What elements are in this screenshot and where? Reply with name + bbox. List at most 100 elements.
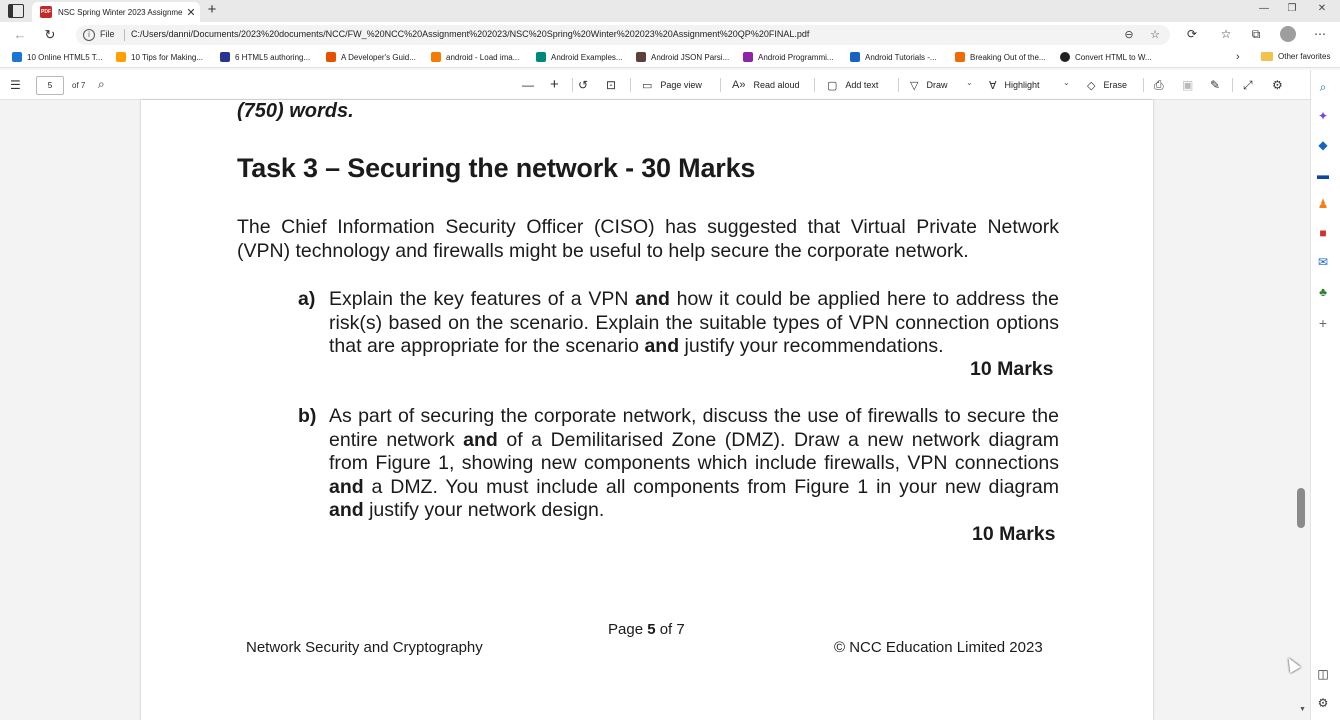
save-icon[interactable]: ▣: [1182, 76, 1193, 94]
scrollbar-thumb[interactable]: [1297, 488, 1305, 528]
erase-button[interactable]: ◇ Erase: [1087, 78, 1127, 92]
search-icon[interactable]: ⌕: [98, 77, 105, 92]
bookmark-item[interactable]: Android Examples...: [536, 52, 623, 62]
bookmark-item[interactable]: Android Programmi...: [743, 52, 834, 62]
games-icon[interactable]: ♟: [1316, 197, 1330, 211]
refresh-icon[interactable]: ↻: [42, 27, 58, 43]
sidebar-search-icon[interactable]: ⌕: [1316, 80, 1330, 94]
collections-icon[interactable]: ⧉: [1248, 27, 1264, 42]
bookmark-favicon-icon: [1060, 52, 1070, 62]
bookmark-favicon-icon: [536, 52, 546, 62]
pdf-toolbar: ☰ 5 of 7 ⌕ — + ↺ ⊡ ▭ Page view A» Read alo…: [0, 70, 1310, 100]
favorites-icon[interactable]: ☆: [1218, 27, 1234, 41]
copilot-icon[interactable]: ✦: [1316, 109, 1330, 123]
page-total: of 7: [72, 81, 86, 90]
question-b-marks: 10 Marks: [972, 523, 1056, 545]
toolbar-divider: [720, 78, 721, 92]
info-icon[interactable]: i: [83, 29, 95, 41]
folder-icon: [1261, 52, 1273, 61]
toolbar-divider: [572, 78, 573, 92]
zoom-icon[interactable]: ⊖: [1122, 28, 1136, 41]
window-close-icon[interactable]: ✕: [1314, 3, 1330, 14]
bookmark-item[interactable]: 6 HTML5 authoring...: [220, 52, 310, 62]
draw-button[interactable]: ▽ Draw: [910, 78, 947, 92]
bookmark-favicon-icon: [12, 52, 22, 62]
bookmark-item[interactable]: Android JSON Parsi...: [636, 52, 729, 62]
more-menu-icon[interactable]: ⋯: [1312, 27, 1328, 41]
minimize-icon[interactable]: —: [1256, 3, 1272, 14]
bookmark-favicon-icon: [326, 52, 336, 62]
save-as-icon[interactable]: ✎: [1210, 76, 1220, 94]
page-number-input[interactable]: 5: [36, 76, 64, 95]
toolbar-divider: [814, 78, 815, 92]
read-aloud-button[interactable]: A» Read aloud: [732, 78, 800, 92]
bookmark-item[interactable]: 10 Online HTML5 T...: [12, 52, 102, 62]
contents-icon[interactable]: ☰: [10, 78, 21, 92]
intro-paragraph: The Chief Information Security Officer (…: [237, 216, 1059, 262]
fullscreen-icon[interactable]: ⤢: [1243, 76, 1253, 94]
chevron-right-icon[interactable]: ›: [1236, 51, 1240, 63]
read-aloud-icon: A»: [732, 79, 746, 91]
bookmark-item[interactable]: A Developer's Guid...: [326, 52, 416, 62]
add-text-icon: ▢: [827, 79, 838, 92]
omnibox[interactable]: i File C:/Users/danni/Documents/2023%20d…: [76, 25, 1170, 45]
bookmark-favicon-icon: [850, 52, 860, 62]
footer-page-number: Page 5 of 7: [608, 621, 685, 638]
profile-avatar[interactable]: [1280, 26, 1296, 42]
question-a-label: a): [298, 288, 316, 310]
favorite-star-icon[interactable]: ☆: [1148, 28, 1162, 41]
draw-chevron-down-icon[interactable]: ⌄: [966, 78, 973, 87]
pdf-favicon-icon: PDF: [40, 6, 52, 18]
fit-page-icon[interactable]: ⊡: [606, 76, 616, 94]
question-a-marks: 10 Marks: [970, 358, 1054, 380]
page-view-button[interactable]: ▭ Page view: [642, 78, 702, 92]
question-b-text: As part of securing the corporate networ…: [329, 405, 1059, 521]
outlook-icon[interactable]: ✉: [1316, 255, 1330, 269]
bookmark-favicon-icon: [636, 52, 646, 62]
extensions-icon[interactable]: ⟳: [1184, 27, 1200, 41]
other-favorites[interactable]: Other favorites: [1261, 52, 1330, 61]
zoom-in-icon[interactable]: +: [550, 76, 559, 94]
file-label: File: [100, 29, 115, 39]
new-tab-icon[interactable]: +: [204, 1, 220, 18]
shopping-tag-icon[interactable]: ◆: [1316, 138, 1330, 152]
office-icon[interactable]: ■: [1316, 226, 1330, 240]
bookmark-item[interactable]: Convert HTML to W...: [1060, 52, 1152, 62]
pdf-viewer[interactable]: (750) words. Task 3 – Securing the netwo…: [0, 100, 1310, 720]
rotate-icon[interactable]: ↺: [578, 76, 588, 94]
bookmark-item[interactable]: android - Load ima...: [431, 52, 519, 62]
settings-gear-icon[interactable]: ⚙: [1272, 76, 1283, 94]
tree-icon[interactable]: ♣: [1316, 285, 1330, 299]
highlight-button[interactable]: ∀ Highlight: [989, 78, 1040, 92]
vertical-scrollbar[interactable]: [1295, 100, 1310, 720]
page-view-icon: ▭: [642, 79, 653, 92]
print-icon[interactable]: ⎙: [1154, 76, 1164, 94]
highlight-chevron-down-icon[interactable]: ⌄: [1063, 78, 1070, 87]
tab-close-icon[interactable]: ✕: [184, 6, 198, 19]
sidebar-settings-icon[interactable]: ⚙: [1316, 696, 1330, 710]
word-count-line: (750) words.: [237, 100, 354, 122]
tools-icon[interactable]: ▬: [1316, 168, 1330, 182]
footer-copyright: © NCC Education Limited 2023: [834, 639, 1043, 656]
bookmark-item[interactable]: 10 Tips for Making...: [116, 52, 203, 62]
bookmark-item[interactable]: Breaking Out of the...: [955, 52, 1046, 62]
restore-icon[interactable]: ❐: [1284, 3, 1300, 14]
bookmarks-bar: 10 Online HTML5 T... 10 Tips for Making.…: [0, 48, 1340, 68]
tab-strip: PDF NSC Spring Winter 2023 Assignme ✕ + …: [0, 0, 1340, 22]
footer-course: Network Security and Cryptography: [246, 639, 483, 656]
sidebar-layout-icon[interactable]: ◫: [1316, 667, 1330, 681]
url-text[interactable]: C:/Users/danni/Documents/2023%20document…: [131, 29, 809, 39]
bookmark-favicon-icon: [743, 52, 753, 62]
toolbar-divider: [1143, 78, 1144, 92]
back-icon[interactable]: ←: [12, 27, 28, 42]
active-tab[interactable]: PDF NSC Spring Winter 2023 Assignme ✕: [32, 2, 200, 22]
zoom-out-icon[interactable]: —: [522, 76, 534, 94]
scroll-down-arrow-icon[interactable]: ▼: [1295, 706, 1310, 713]
add-sidebar-app-icon[interactable]: +: [1316, 316, 1330, 330]
tab-actions-icon[interactable]: [8, 4, 24, 18]
omnibox-divider: [124, 29, 125, 41]
bookmark-favicon-icon: [220, 52, 230, 62]
highlight-icon: ∀: [989, 79, 997, 92]
add-text-button[interactable]: ▢ Add text: [827, 78, 878, 92]
bookmark-item[interactable]: Android Tutorials -...: [850, 52, 937, 62]
